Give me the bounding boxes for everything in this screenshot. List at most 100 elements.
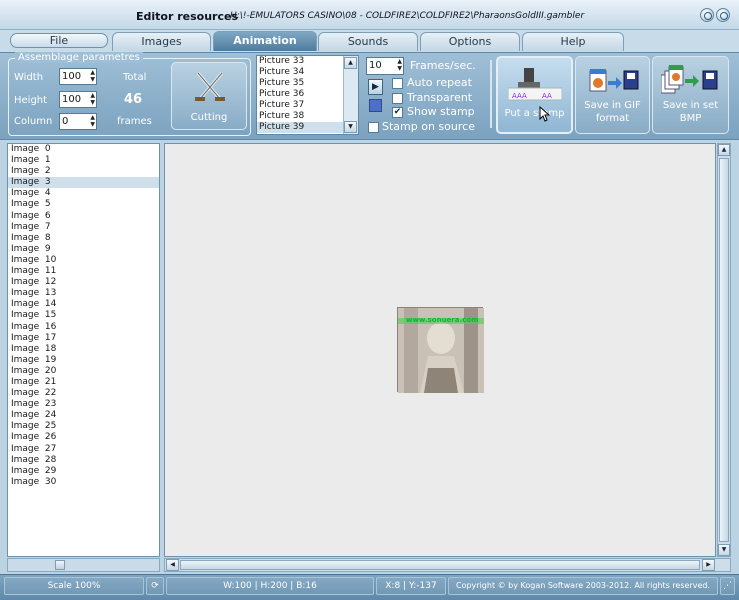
list-item[interactable]: Image 12 <box>8 277 159 288</box>
total-label: Total <box>123 72 147 83</box>
cutting-button[interactable]: Cutting <box>171 62 247 130</box>
status-copyright: Copyright © by Kogan Software 2003-2012.… <box>448 577 718 595</box>
list-item[interactable]: Image 13 <box>8 288 159 299</box>
height-label: Height <box>14 95 48 106</box>
list-item[interactable]: Image 21 <box>8 377 159 388</box>
list-item[interactable]: Image 18 <box>8 344 159 355</box>
resize-grip-icon[interactable]: ⋰ <box>720 577 735 595</box>
image-list-scrollbar[interactable] <box>7 558 160 572</box>
list-item[interactable]: Image 11 <box>8 266 159 277</box>
list-item[interactable]: Image 19 <box>8 355 159 366</box>
stamp-icon: AAA AA <box>508 68 562 101</box>
save-bmp-line1: Save in set <box>662 100 719 111</box>
column-spinner[interactable]: 0 <box>59 113 97 130</box>
mouse-cursor-icon <box>539 106 551 122</box>
list-item[interactable]: Image 27 <box>8 444 159 455</box>
scroll-right-icon[interactable]: ▶ <box>702 559 715 571</box>
list-item[interactable]: Image 29 <box>8 466 159 477</box>
tab-help[interactable]: Help <box>522 32 624 51</box>
tab-animation[interactable]: Animation <box>213 31 317 51</box>
canvas-vertical-scroll-thumb[interactable] <box>719 158 729 542</box>
fps-spinner[interactable]: 10 <box>366 57 404 75</box>
height-spinner[interactable]: 100 <box>59 91 97 108</box>
list-item[interactable]: Image 14 <box>8 299 159 310</box>
tab-options[interactable]: Options <box>420 32 520 51</box>
refresh-icon[interactable]: ⟳ <box>146 577 164 595</box>
status-coordinates: X:8 | Y:-137 <box>376 577 446 595</box>
auto-repeat-label: Auto repeat <box>407 76 472 89</box>
save-gif-button[interactable]: Save in GIF format <box>575 56 650 134</box>
transparent-label: Transparent <box>407 91 473 104</box>
save-gif-icon <box>589 69 639 92</box>
fps-label: Frames/sec. <box>410 59 476 72</box>
image-list[interactable]: Image 0 Image 1 Image 2 Image 3 Image 4 … <box>7 143 160 557</box>
stamp-on-source-label: Stamp on source <box>382 120 475 133</box>
assemblage-title: Assemblage parametres <box>15 52 143 63</box>
list-item[interactable]: Image 6 <box>8 211 159 222</box>
status-scale: Scale 100% <box>4 577 144 595</box>
list-item[interactable]: Image 9 <box>8 244 159 255</box>
save-bmp-label: Save in set BMP <box>653 99 728 125</box>
list-item[interactable]: Image 16 <box>8 322 159 333</box>
total-frames-count: 46 <box>124 92 143 107</box>
tab-sounds[interactable]: Sounds <box>318 32 418 51</box>
list-item[interactable]: Image 25 <box>8 421 159 432</box>
width-spinner[interactable]: 100 <box>59 68 97 85</box>
play-icon[interactable]: ▶ <box>368 79 383 95</box>
list-item[interactable]: Image 0 <box>8 144 159 155</box>
list-item[interactable]: Image 1 <box>8 155 159 166</box>
list-item[interactable]: Image 20 <box>8 366 159 377</box>
show-stamp-label: Show stamp <box>407 105 475 118</box>
file-path: H:\!-EMULATORS CASINO\08 - COLDFIRE2\COL… <box>230 11 585 21</box>
status-dimensions: W:100 | H:200 | B:16 <box>166 577 374 595</box>
canvas-horizontal-scroll-thumb[interactable] <box>180 560 700 570</box>
list-item[interactable]: Image 30 <box>8 477 159 488</box>
image-list-scroll-thumb[interactable] <box>55 560 65 570</box>
auto-repeat-checkbox[interactable] <box>392 78 403 89</box>
minimize-button[interactable] <box>700 8 714 22</box>
width-label: Width <box>14 72 44 83</box>
list-item[interactable]: Image 5 <box>8 199 159 210</box>
list-item[interactable]: Image 23 <box>8 399 159 410</box>
show-stamp-checkbox[interactable]: ✔ <box>392 107 403 118</box>
svg-text:AAA: AAA <box>512 92 527 100</box>
preview-image: www.sonuera.com <box>397 307 484 393</box>
stamp-on-source-checkbox[interactable] <box>368 122 379 133</box>
toolbar-divider <box>490 60 492 128</box>
stop-icon[interactable] <box>369 99 382 112</box>
list-item[interactable]: Image 24 <box>8 410 159 421</box>
scroll-up-icon[interactable]: ▲ <box>718 144 730 156</box>
save-bmp-line2: BMP <box>679 113 702 124</box>
transparent-checkbox[interactable] <box>392 93 403 104</box>
list-item[interactable]: Image 28 <box>8 455 159 466</box>
save-gif-label: Save in GIF format <box>576 99 649 125</box>
save-bmp-icon <box>661 65 718 94</box>
put-a-stamp-button[interactable]: AAA AA Put a stamp <box>496 56 573 134</box>
list-item[interactable]: Image 7 <box>8 222 159 233</box>
close-button[interactable] <box>716 8 730 22</box>
list-item[interactable]: Image 4 <box>8 188 159 199</box>
save-bmp-button[interactable]: Save in set BMP <box>652 56 729 134</box>
cutting-label: Cutting <box>190 112 228 123</box>
scroll-left-icon[interactable]: ◀ <box>166 559 179 571</box>
scroll-up-icon[interactable]: ▲ <box>344 57 357 69</box>
watermark-text: www.sonuera.com <box>406 316 479 324</box>
list-item[interactable]: Image 17 <box>8 333 159 344</box>
frames-label: frames <box>117 116 152 127</box>
scroll-down-icon[interactable]: ▼ <box>344 121 357 133</box>
list-item[interactable]: Image 2 <box>8 166 159 177</box>
window-title: Editor resources <box>136 10 239 23</box>
scroll-down-icon[interactable]: ▼ <box>718 544 730 556</box>
column-label: Column <box>14 116 53 127</box>
crossed-swords-icon <box>195 72 225 101</box>
list-item-selected[interactable]: Image 3 <box>8 177 159 189</box>
file-menu-button[interactable]: File <box>10 33 108 48</box>
tab-images[interactable]: Images <box>112 32 211 51</box>
list-item[interactable]: Image 10 <box>8 255 159 266</box>
list-item[interactable]: Image 15 <box>8 310 159 321</box>
list-item[interactable]: Image 26 <box>8 432 159 443</box>
save-gif-line2: format <box>595 113 630 124</box>
list-item[interactable]: Image 8 <box>8 233 159 244</box>
svg-text:AA: AA <box>542 92 552 100</box>
list-item[interactable]: Image 22 <box>8 388 159 399</box>
